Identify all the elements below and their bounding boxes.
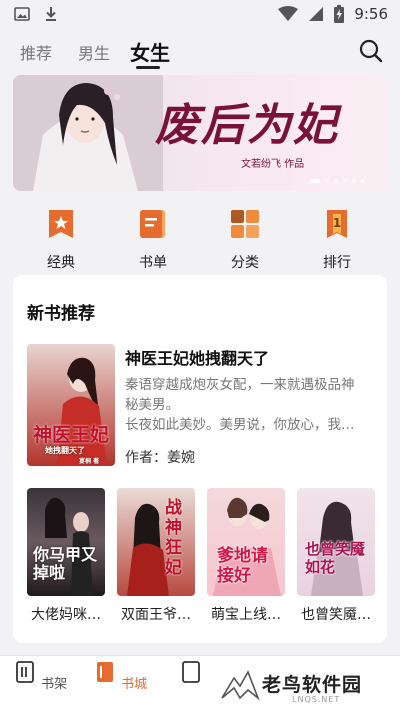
- book-title: 萌宝上线…: [211, 607, 281, 623]
- book-title: 也曾笑魇…: [301, 607, 371, 623]
- svg-text:1: 1: [333, 216, 341, 230]
- category-label: 经典: [47, 255, 75, 271]
- featured-book-title[interactable]: 神医王妃她拽翻天了: [125, 345, 375, 369]
- book-cover-title: 也曾笑魇如花: [305, 540, 366, 576]
- category-ranking[interactable]: 1 排行: [307, 208, 367, 272]
- carousel-indicator: [310, 179, 365, 183]
- battery-icon: [334, 5, 345, 23]
- bookshelf-icon: [16, 661, 34, 683]
- nav-label: 书架: [41, 677, 68, 692]
- featured-cover-subtitle: 她拽翻天了: [45, 446, 85, 455]
- tab-female[interactable]: 女生: [130, 37, 170, 66]
- book-cover-title: 爹地请接好: [217, 546, 268, 586]
- banner-title: 废后为妃: [155, 100, 339, 151]
- book-cover-title: 战神狂妃: [165, 498, 182, 578]
- section-title: 新书推荐: [27, 304, 95, 324]
- top-tabs: 推荐 男生 女生: [0, 30, 400, 74]
- featured-cover-title: 神医王妃: [33, 424, 110, 446]
- status-time: 9:56: [354, 5, 388, 23]
- wifi-icon: [278, 6, 299, 21]
- grid-category-icon: [231, 210, 259, 238]
- banner-carousel[interactable]: 废后为妃 文若纷飞 作品: [13, 75, 387, 191]
- category-label: 书单: [139, 255, 167, 271]
- category-label: 分类: [231, 255, 259, 271]
- book-item[interactable]: 也曾笑魇如花 也曾笑魇…: [297, 488, 375, 624]
- featured-book-author: 作者：姜婉: [125, 450, 195, 466]
- book-title: 大佬妈咪…: [31, 607, 101, 623]
- download-icon: [46, 7, 56, 21]
- tab-recommend[interactable]: 推荐: [20, 40, 52, 64]
- search-icon[interactable]: [358, 38, 384, 64]
- active-tab-indicator: [136, 66, 160, 69]
- book-item[interactable]: 战神狂妃 双面王爷…: [117, 488, 195, 624]
- book-item[interactable]: 爹地请接好 萌宝上线…: [207, 488, 285, 624]
- nav-bookstore[interactable]: 书城: [90, 660, 150, 692]
- banner-subtitle: 文若纷飞 作品: [241, 159, 305, 170]
- watermark-subtext: LNQS.NET: [292, 695, 341, 704]
- status-bar: 9:56: [0, 0, 400, 30]
- description-line: 长夜如此美妙。美男说，你放心，我…: [125, 417, 355, 433]
- tab-male[interactable]: 男生: [78, 40, 110, 64]
- book-cover: 也曾笑魇如花: [297, 488, 375, 596]
- nav-label: 书城: [121, 677, 148, 692]
- category-booklist[interactable]: 书单: [123, 208, 183, 272]
- bookstore-icon: [96, 662, 113, 682]
- description-line: 秦语穿越成炮灰女配，一来就遇极品神: [125, 377, 355, 393]
- book-item[interactable]: 你马甲又掉啦 大佬妈咪…: [27, 488, 105, 624]
- book-title: 双面王爷…: [121, 607, 191, 623]
- category-label: 排行: [323, 255, 351, 271]
- book-cover: 战神狂妃: [117, 488, 195, 596]
- new-books-section: 新书推荐 神医王妃 她拽翻天了 宴桐 著 神医王妃她拽翻天了 秦语穿越成炮灰女配…: [13, 275, 387, 643]
- book-cover: 你马甲又掉啦: [27, 488, 105, 596]
- classic-icon: [49, 210, 73, 238]
- banner-illustration: [13, 75, 163, 191]
- ranking-icon: 1: [327, 210, 347, 238]
- image-icon: [14, 7, 30, 21]
- book-cover: 爹地请接好: [207, 488, 285, 596]
- gift-icon: [182, 661, 201, 683]
- nav-bookshelf[interactable]: 书架: [10, 660, 70, 692]
- booklist-icon: [140, 210, 165, 238]
- category-classic[interactable]: 经典: [31, 208, 91, 272]
- category-genre[interactable]: 分类: [215, 208, 275, 272]
- book-cover-title: 你马甲又掉啦: [33, 545, 98, 582]
- watermark: 老鸟软件园 LNQS.NET: [206, 660, 400, 711]
- featured-cover-author: 宴桐 著: [79, 458, 100, 465]
- watermark-text: 老鸟软件园: [262, 674, 363, 696]
- featured-book-cover[interactable]: 神医王妃 她拽翻天了 宴桐 著: [27, 344, 115, 466]
- featured-book-description: 秦语穿越成炮灰女配，一来就遇极品神 秘美男。 长夜如此美妙。美男说，你放心，我…: [125, 375, 375, 435]
- description-line: 秘美男。: [125, 397, 179, 413]
- signal-icon: [309, 7, 324, 21]
- bird-logo-icon: [221, 670, 260, 701]
